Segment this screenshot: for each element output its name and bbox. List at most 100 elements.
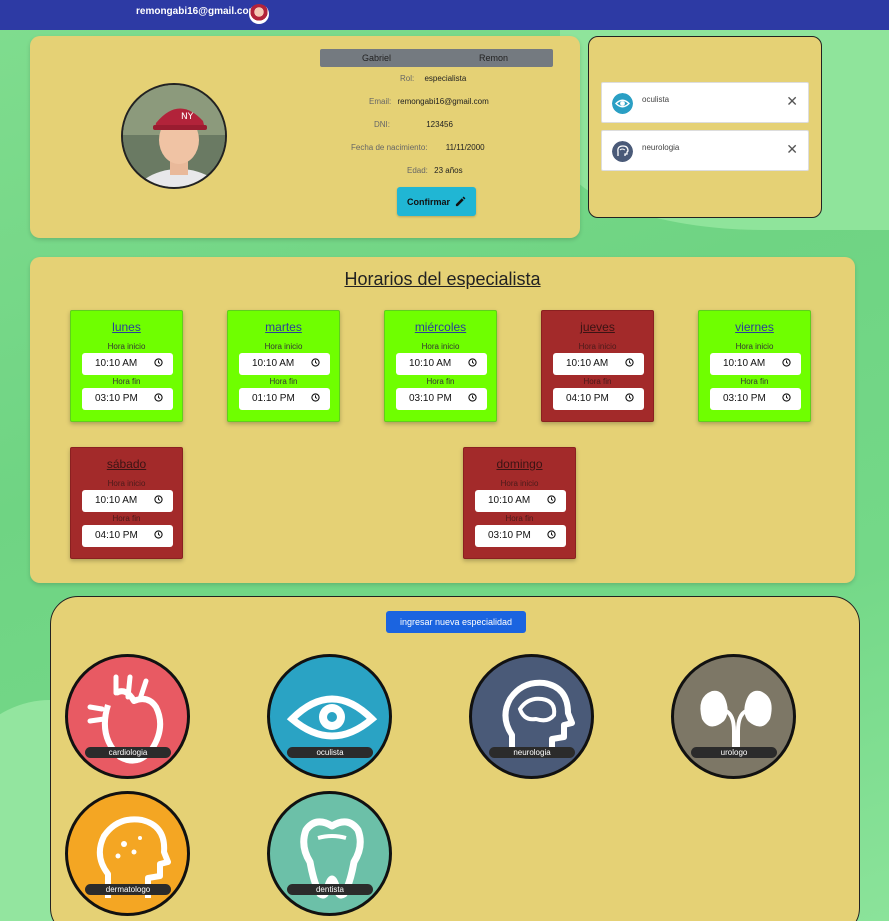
age-row: Edad: 23 años bbox=[407, 166, 463, 175]
clock-icon bbox=[154, 495, 163, 504]
start-time-value: 10:10 AM bbox=[566, 358, 609, 369]
specialty-item-oculista: oculista ✕ bbox=[601, 82, 809, 123]
day-name[interactable]: domingo bbox=[464, 457, 575, 471]
kidney-icon bbox=[700, 690, 772, 757]
clock-icon bbox=[154, 358, 163, 367]
clock-icon bbox=[625, 358, 634, 367]
birth-value: 11/11/2000 bbox=[445, 143, 485, 152]
end-time-value: 04:10 PM bbox=[566, 393, 609, 404]
email-value: remongabi16@gmail.com bbox=[397, 97, 489, 106]
start-time-value: 10:10 AM bbox=[488, 495, 531, 506]
end-time-input[interactable]: 03:10 PM bbox=[475, 525, 566, 547]
end-time-input[interactable]: 04:10 PM bbox=[553, 388, 644, 410]
start-time-input[interactable]: 10:10 AM bbox=[475, 490, 566, 512]
clock-icon bbox=[782, 393, 791, 402]
end-time-value: 03:10 PM bbox=[409, 393, 452, 404]
pencil-icon bbox=[455, 196, 466, 207]
start-time-label: Hora inicio bbox=[578, 342, 617, 351]
day-name[interactable]: miércoles bbox=[385, 320, 496, 334]
add-specialty-button[interactable]: ingresar nueva especialidad bbox=[386, 611, 526, 633]
tooth-icon bbox=[300, 818, 364, 899]
end-time-label: Hora fin bbox=[740, 377, 769, 386]
start-time-value: 10:10 AM bbox=[723, 358, 766, 369]
area-cardiologia[interactable]: cardiologia bbox=[65, 654, 190, 779]
area-oculista[interactable]: oculista bbox=[267, 654, 392, 779]
clock-icon bbox=[311, 393, 320, 402]
profile-card: NY Gabriel Remon Rol: especialista Email… bbox=[30, 36, 580, 238]
day-jueves: jueves Hora inicio 10:10 AM Hora fin 04:10 P… bbox=[541, 310, 654, 422]
clock-icon bbox=[782, 358, 791, 367]
name-bar: Gabriel Remon bbox=[320, 49, 553, 67]
brain-icon bbox=[612, 141, 633, 162]
user-email: remongabi16@gmail.com bbox=[136, 6, 258, 17]
area-dermatologo[interactable]: dermatologo bbox=[65, 791, 190, 916]
end-time-input[interactable]: 01:10 PM bbox=[239, 388, 330, 410]
end-time-value: 03:10 PM bbox=[723, 393, 766, 404]
remove-specialty-button[interactable]: ✕ bbox=[786, 141, 798, 158]
start-time-label: Hora inicio bbox=[735, 342, 774, 351]
day-sábado: sábado Hora inicio 10:10 AM Hora fin 04:10 P… bbox=[70, 447, 183, 559]
day-name[interactable]: lunes bbox=[71, 320, 182, 334]
rol-label: Rol: bbox=[400, 74, 415, 83]
age-label: Edad: bbox=[407, 166, 428, 175]
dni-value: 123456 bbox=[426, 120, 453, 129]
day-name[interactable]: martes bbox=[228, 320, 339, 334]
email-row: Email: remongabi16@gmail.com bbox=[369, 97, 489, 106]
confirm-button[interactable]: Confirmar bbox=[397, 187, 476, 216]
start-time-input[interactable]: 10:10 AM bbox=[239, 353, 330, 375]
dni-label: DNI: bbox=[374, 120, 390, 129]
start-time-value: 10:10 AM bbox=[95, 495, 138, 506]
start-time-input[interactable]: 10:10 AM bbox=[82, 490, 173, 512]
day-domingo: domingo Hora inicio 10:10 AM Hora fin 03:10 … bbox=[463, 447, 576, 559]
start-time-value: 10:10 AM bbox=[95, 358, 138, 369]
clock-icon bbox=[468, 393, 477, 402]
start-time-input[interactable]: 10:10 AM bbox=[710, 353, 801, 375]
start-time-input[interactable]: 10:10 AM bbox=[553, 353, 644, 375]
day-name[interactable]: sábado bbox=[71, 457, 182, 471]
start-time-label: Hora inicio bbox=[421, 342, 460, 351]
end-time-input[interactable]: 03:10 PM bbox=[710, 388, 801, 410]
area-label: urologo bbox=[691, 747, 777, 758]
confirm-label: Confirmar bbox=[406, 196, 450, 207]
schedule-title: Horarios del especialista bbox=[344, 269, 541, 289]
start-time-label: Hora inicio bbox=[107, 479, 146, 488]
rol-row: Rol: especialista bbox=[400, 74, 466, 83]
eye-icon bbox=[286, 695, 378, 740]
area-label: neurologia bbox=[489, 747, 575, 758]
email-label: Email: bbox=[369, 97, 392, 106]
area-dentista[interactable]: dentista bbox=[267, 791, 392, 916]
end-time-label: Hora fin bbox=[112, 514, 141, 523]
end-time-label: Hora fin bbox=[505, 514, 534, 523]
clock-icon bbox=[547, 495, 556, 504]
clock-icon bbox=[468, 358, 477, 367]
end-time-input[interactable]: 03:10 PM bbox=[82, 388, 173, 410]
end-time-input[interactable]: 03:10 PM bbox=[396, 388, 487, 410]
clock-icon bbox=[154, 393, 163, 402]
last-name: Remon bbox=[479, 53, 509, 63]
area-label: cardiologia bbox=[85, 747, 171, 758]
end-time-input[interactable]: 04:10 PM bbox=[82, 525, 173, 547]
end-time-value: 01:10 PM bbox=[252, 393, 295, 404]
specialty-name: neurologia bbox=[642, 143, 680, 152]
clock-icon bbox=[311, 358, 320, 367]
day-miércoles: miércoles Hora inicio 10:10 AM Hora fin 03:1… bbox=[384, 310, 497, 422]
areas-card: ingresar nueva especialidad cardiologia … bbox=[50, 596, 860, 921]
day-name[interactable]: viernes bbox=[699, 320, 810, 334]
end-time-value: 04:10 PM bbox=[95, 530, 138, 541]
heart-icon bbox=[87, 674, 164, 764]
start-time-input[interactable]: 10:10 AM bbox=[82, 353, 173, 375]
day-name[interactable]: jueves bbox=[542, 320, 653, 334]
specialty-name: oculista bbox=[642, 95, 670, 104]
user-avatar[interactable] bbox=[249, 4, 269, 24]
profile-photo: NY bbox=[121, 83, 227, 189]
area-neurologia[interactable]: neurologia bbox=[469, 654, 594, 779]
skin-icon bbox=[96, 816, 171, 898]
start-time-input[interactable]: 10:10 AM bbox=[396, 353, 487, 375]
clock-icon bbox=[547, 530, 556, 539]
end-time-label: Hora fin bbox=[112, 377, 141, 386]
end-time-label: Hora fin bbox=[583, 377, 612, 386]
end-time-label: Hora fin bbox=[426, 377, 455, 386]
area-urologo[interactable]: urologo bbox=[671, 654, 796, 779]
remove-specialty-button[interactable]: ✕ bbox=[786, 93, 798, 110]
end-time-value: 03:10 PM bbox=[488, 530, 531, 541]
